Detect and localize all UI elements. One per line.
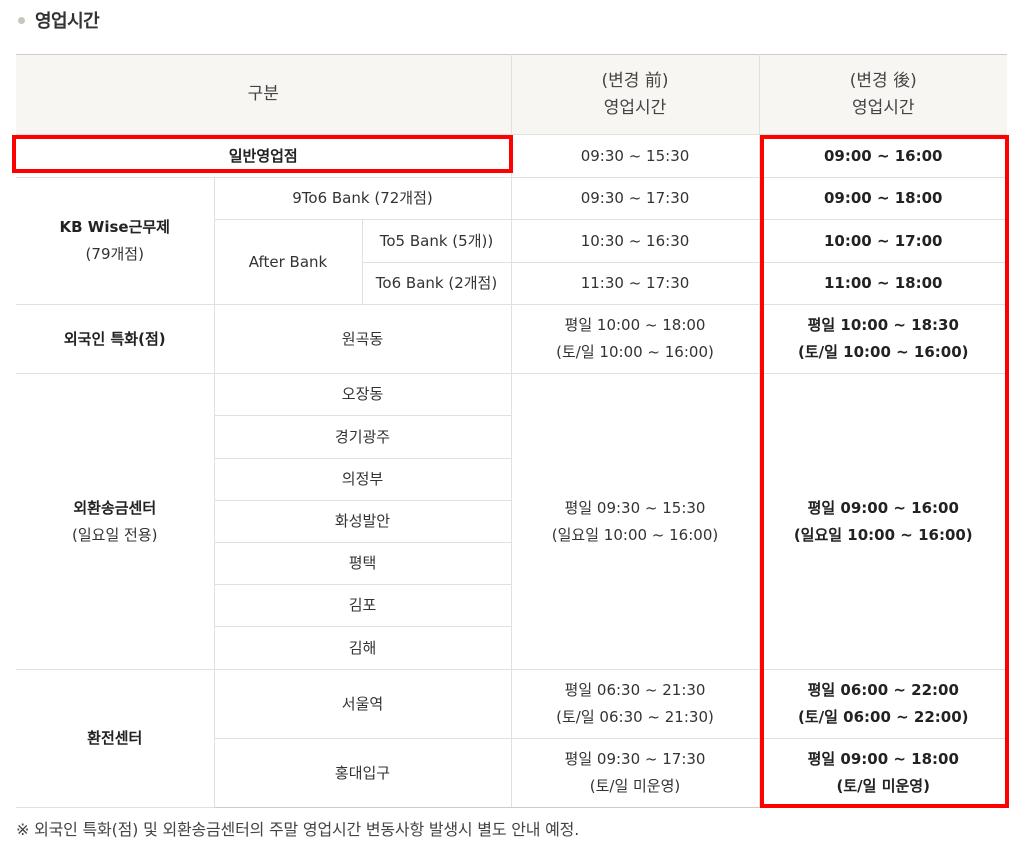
header-after-line1: (변경 後) [849, 70, 917, 91]
table-row: 환전센터 서울역 평일 06:30 ~ 21:30 (토/일 06:30 ~ 2… [16, 669, 1007, 808]
seoul-after-line2: (토/일 06:00 ~ 22:00) [797, 708, 969, 726]
remit-before-line2: (일요일 10:00 ~ 16:00) [551, 525, 719, 544]
kbwise-cell: KB Wise근무제 (79개점) [16, 177, 215, 305]
remit-branch: 화성발안 [214, 500, 511, 543]
seoul-after: 평일 06:00 ~ 22:00 (토/일 06:00 ~ 22:00) [758, 669, 1007, 739]
general-after: 09:00 ~ 16:00 [758, 134, 1007, 178]
kbwise-sublabel: (79개점) [85, 245, 144, 263]
foreign-after-line1: 평일 10:00 ~ 18:30 [807, 316, 959, 334]
to5-before: 10:30 ~ 16:30 [510, 219, 760, 263]
kbwise-9to6-label: 9To6 Bank (72개점) [213, 177, 512, 220]
table-row: 외환송금센터 (일요일 전용) 오장동 평일 09:30 ~ 15:30 (일요… [16, 373, 1007, 670]
seoul-before: 평일 06:30 ~ 21:30 (토/일 06:30 ~ 21:30) [510, 669, 760, 739]
general-branch-label: 일반영업점 [16, 134, 512, 178]
remit-branch: 평택 [214, 542, 511, 585]
bullet-icon [18, 16, 25, 24]
footnote: ※ 외국인 특화(점) 및 외환송금센터의 주말 영업시간 변동사항 발생시 별… [16, 820, 580, 839]
to6-after: 11:00 ~ 18:00 [758, 262, 1007, 305]
exchange-label: 환전센터 [16, 669, 215, 808]
header-before-line1: (변경 前) [601, 70, 669, 91]
kbwise-label: KB Wise근무제 [59, 218, 170, 236]
remit-before: 평일 09:30 ~ 15:30 (일요일 10:00 ~ 16:00) [510, 373, 760, 670]
hongdae-before-line2: (토/일 미운영) [589, 777, 681, 795]
hongdae-after-line2: (토/일 미운영) [836, 777, 930, 795]
section-title-text: 영업시간 [35, 11, 100, 32]
to5-label: To5 Bank (5개)) [361, 219, 512, 263]
foreign-label: 외국인 특화(점) [16, 304, 215, 374]
hongdae-branch: 홍대입구 [214, 738, 512, 808]
remit-sublabel: (일요일 전용) [72, 525, 158, 544]
kbwise-9to6-before: 09:30 ~ 17:30 [510, 177, 760, 220]
to6-before: 11:30 ~ 17:30 [510, 262, 760, 305]
kbwise-9to6-after: 09:00 ~ 18:00 [758, 177, 1007, 220]
seoul-before-line2: (토/일 06:30 ~ 21:30) [556, 708, 714, 726]
hongdae-before-line1: 평일 09:30 ~ 17:30 [564, 750, 706, 768]
seoul-after-line1: 평일 06:00 ~ 22:00 [807, 681, 959, 699]
table-row: 일반영업점 09:30 ~ 15:30 09:00 ~ 16:00 [16, 134, 1007, 178]
foreign-before: 평일 10:00 ~ 18:00 (토/일 10:00 ~ 16:00) [510, 304, 760, 374]
remit-branch: 경기광주 [214, 415, 511, 459]
general-before: 09:30 ~ 15:30 [510, 134, 760, 178]
remit-after: 평일 09:00 ~ 16:00 (일요일 10:00 ~ 16:00) [758, 373, 1007, 670]
to5-after: 10:00 ~ 17:00 [758, 219, 1007, 263]
afterbank-label: After Bank [214, 219, 363, 305]
hongdae-before: 평일 09:30 ~ 17:30 (토/일 미운영) [510, 738, 760, 808]
to6-label: To6 Bank (2개점) [362, 262, 512, 305]
remit-branch: 의정부 [214, 458, 511, 501]
foreign-branch: 원곡동 [213, 304, 512, 374]
header-after: (변경 後) 영업시간 [758, 54, 1007, 135]
business-hours-table: 구분 (변경 前) 영업시간 (변경 後) 영업시간 일반영업점 09:30 ~… [16, 54, 1007, 808]
remit-before-line1: 평일 09:30 ~ 15:30 [564, 498, 706, 517]
remit-after-line2: (일요일 10:00 ~ 16:00) [793, 525, 973, 544]
section-title: 영업시간 [18, 4, 100, 36]
header-after-line2: 영업시간 [851, 97, 915, 118]
remit-branch: 김해 [214, 626, 511, 670]
remit-label: 외환송금센터 [73, 498, 157, 517]
table-row: 외국인 특화(점) 원곡동 평일 10:00 ~ 18:00 (토/일 10:0… [16, 304, 1007, 374]
seoul-branch: 서울역 [213, 669, 512, 739]
hongdae-after-line1: 평일 09:00 ~ 18:00 [807, 750, 959, 768]
header-before-line2: 영업시간 [603, 97, 667, 118]
remit-after-line1: 평일 09:00 ~ 16:00 [807, 498, 959, 517]
table-header-row: 구분 (변경 前) 영업시간 (변경 後) 영업시간 [16, 54, 1007, 135]
foreign-before-line1: 평일 10:00 ~ 18:00 [564, 316, 706, 334]
seoul-before-line1: 평일 06:30 ~ 21:30 [564, 681, 706, 699]
table-row: KB Wise근무제 (79개점) 9To6 Bank (72개점) 09:30… [16, 177, 1007, 305]
remit-branch: 김포 [214, 584, 511, 627]
header-before: (변경 前) 영업시간 [510, 54, 760, 135]
foreign-after-line2: (토/일 10:00 ~ 16:00) [797, 343, 969, 361]
foreign-before-line2: (토/일 10:00 ~ 16:00) [556, 343, 714, 361]
hongdae-after: 평일 09:00 ~ 18:00 (토/일 미운영) [758, 738, 1007, 808]
remit-cell: 외환송금센터 (일요일 전용) [16, 373, 215, 670]
remit-branch: 오장동 [213, 373, 512, 416]
header-category: 구분 [16, 54, 512, 135]
foreign-after: 평일 10:00 ~ 18:30 (토/일 10:00 ~ 16:00) [758, 304, 1007, 374]
